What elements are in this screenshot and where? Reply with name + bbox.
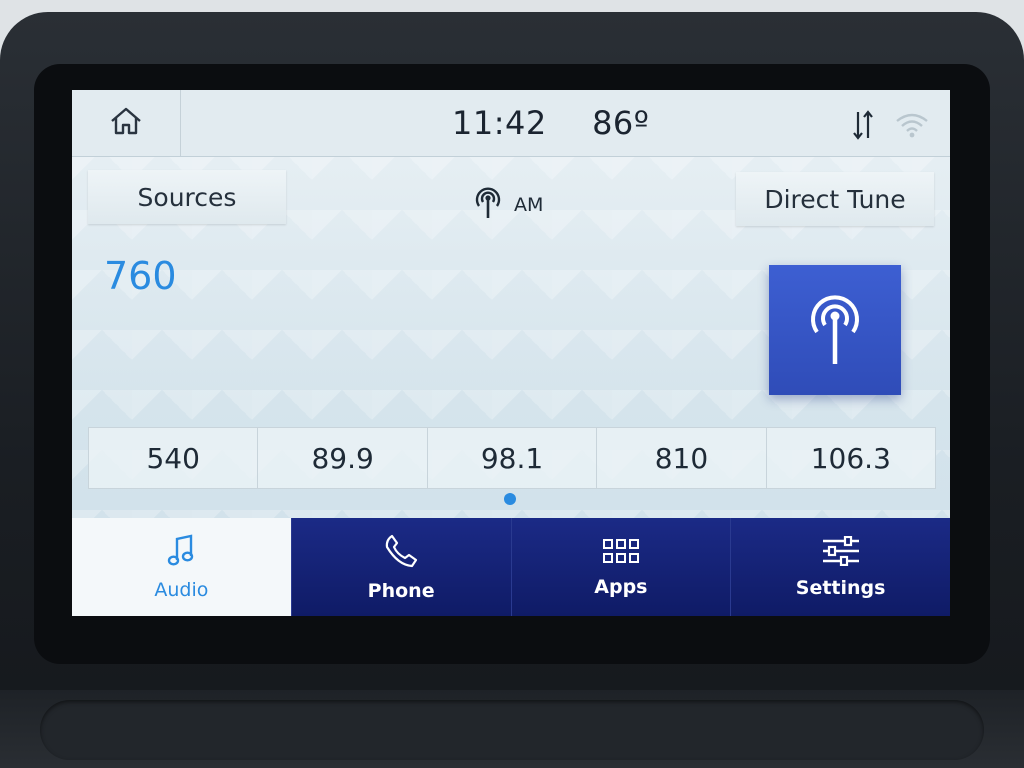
clock: 11:42: [452, 104, 547, 142]
status-bar: 11:42 86º: [72, 90, 950, 157]
current-frequency: 760: [104, 254, 177, 298]
nav-audio[interactable]: Audio: [72, 518, 292, 616]
direct-tune-button[interactable]: Direct Tune: [736, 172, 934, 226]
preset-button[interactable]: 540: [89, 428, 259, 488]
nav-apps-label: Apps: [594, 575, 648, 598]
nav-phone[interactable]: Phone: [291, 518, 512, 616]
nav-audio-label: Audio: [154, 578, 209, 601]
radio-artwork-tile: [769, 265, 901, 395]
apps-grid-icon: [602, 537, 640, 570]
phone-icon: [383, 533, 419, 574]
temperature: 86º: [592, 104, 650, 142]
bottom-nav: Audio Phone Apps Settings: [72, 518, 950, 616]
preset-button[interactable]: 89.9: [258, 428, 428, 488]
band-indicator: AM: [472, 184, 543, 225]
wifi-icon: [894, 111, 930, 143]
nav-phone-label: Phone: [367, 579, 435, 602]
dashboard-slot: [40, 700, 984, 760]
antenna-icon: [803, 288, 867, 372]
nav-settings[interactable]: Settings: [731, 518, 950, 616]
music-note-icon: [166, 534, 196, 573]
nav-settings-label: Settings: [795, 576, 886, 599]
preset-button[interactable]: 810: [597, 428, 767, 488]
infotainment-screen: 11:42 86º Sources AM Direct Tune 760 540…: [72, 90, 950, 616]
preset-page-indicator: [504, 493, 516, 505]
preset-bar: 540 89.9 98.1 810 106.3: [88, 427, 936, 489]
data-transfer-icon: [852, 108, 874, 146]
home-icon: [109, 106, 143, 140]
preset-button[interactable]: 98.1: [428, 428, 598, 488]
nav-apps[interactable]: Apps: [511, 518, 732, 616]
home-button[interactable]: [72, 90, 181, 156]
sources-button[interactable]: Sources: [88, 170, 286, 224]
band-label: AM: [514, 193, 544, 216]
sliders-icon: [821, 535, 861, 571]
antenna-icon: [472, 184, 504, 225]
clock-temperature: 11:42 86º: [452, 104, 649, 142]
preset-button[interactable]: 106.3: [767, 428, 935, 488]
status-icons: [852, 108, 930, 146]
